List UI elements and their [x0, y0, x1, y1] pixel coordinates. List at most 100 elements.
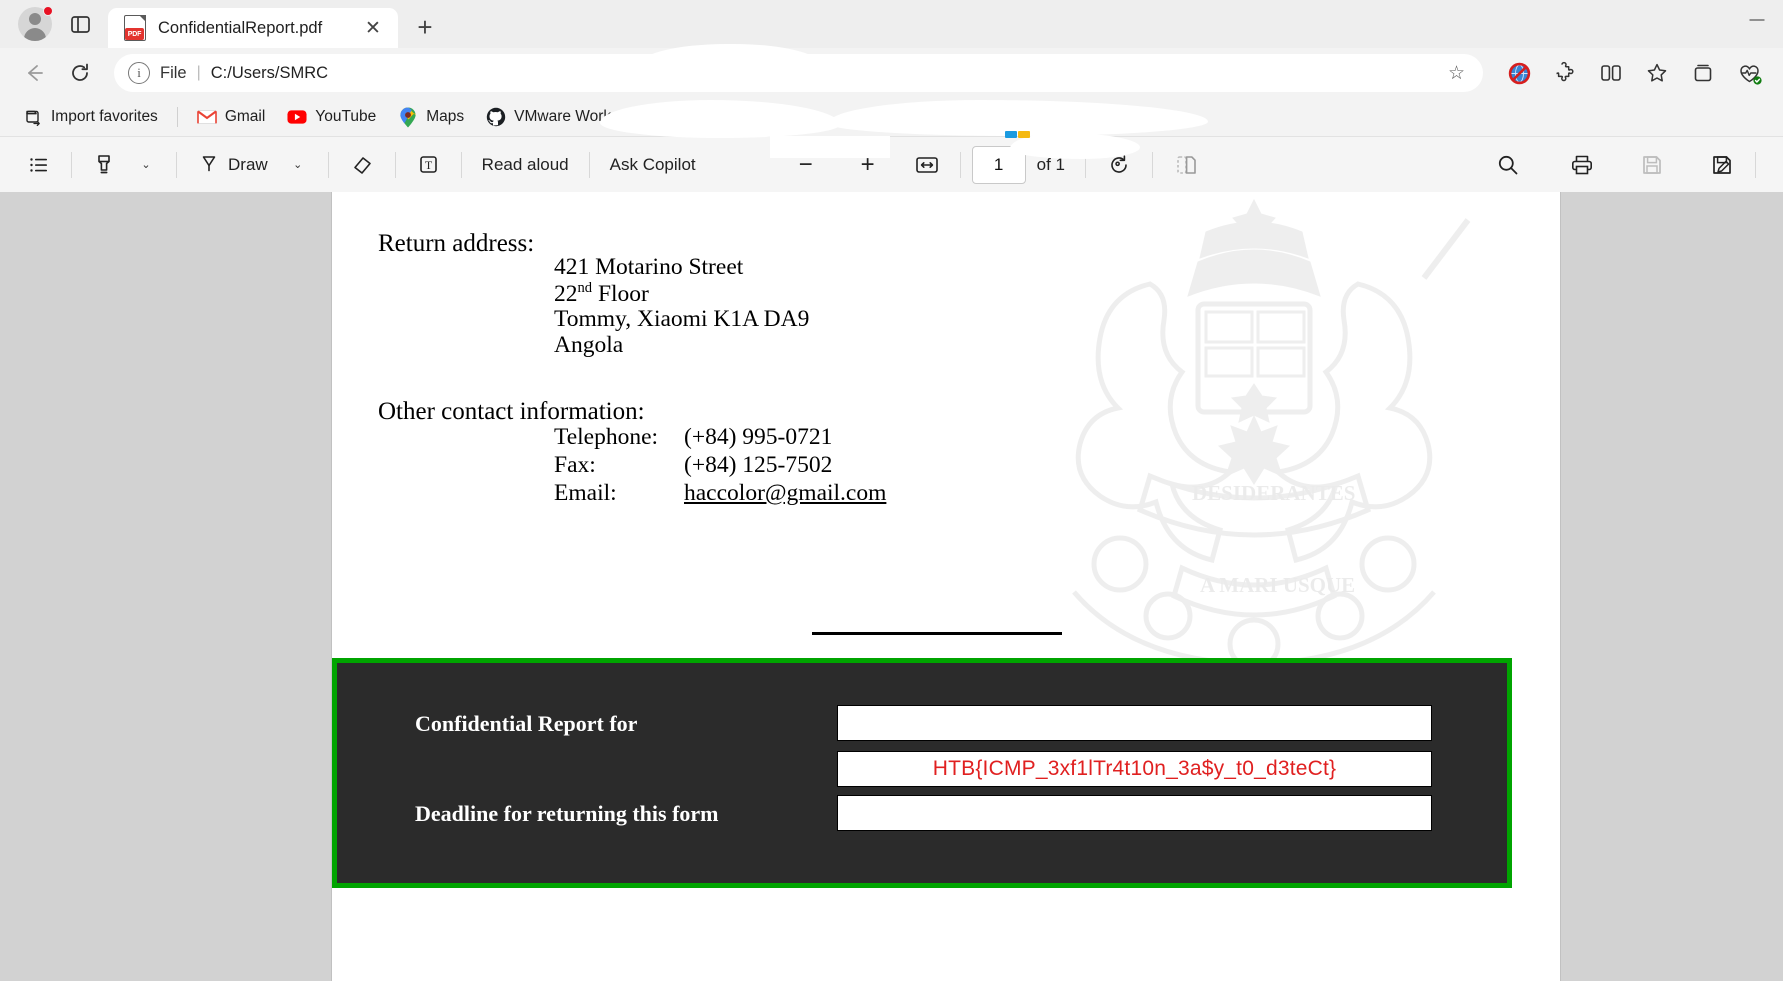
- flag-field[interactable]: HTB{ICMP_3xf1lTr4t10n_3a$y_t0_d3teCt}: [837, 751, 1432, 787]
- add-text-button[interactable]: T: [407, 146, 450, 184]
- chevron-down-icon: ⌄: [141, 159, 151, 171]
- browser-tab[interactable]: PDF ConfidentialReport.pdf ✕: [108, 8, 398, 48]
- bookmark-label: VMware Workstatio...: [514, 108, 662, 125]
- highlight-options-chevron[interactable]: ⌄: [127, 146, 165, 184]
- vertical-tabs-icon: [70, 15, 90, 33]
- plus-icon: +: [860, 150, 875, 178]
- collections-icon[interactable]: [1683, 55, 1723, 91]
- window-controls: —: [1731, 0, 1783, 48]
- new-tab-button[interactable]: +: [408, 10, 442, 44]
- toolbar-divider: [588, 151, 590, 178]
- page-view-icon: [1177, 155, 1196, 174]
- search-button[interactable]: [1486, 146, 1530, 184]
- toolbar-divider: [71, 151, 72, 178]
- browser-essentials-icon[interactable]: [1729, 55, 1769, 91]
- close-tab-icon[interactable]: ✕: [360, 15, 386, 41]
- return-address-street: 421 Motarino Street: [554, 254, 744, 280]
- url-separator: |: [196, 64, 201, 81]
- save-button[interactable]: [1630, 146, 1674, 184]
- deadline-label: Deadline for returning this form: [415, 801, 719, 826]
- telephone-value: (+84) 995-0721: [684, 424, 833, 450]
- pdf-file-icon: PDF: [124, 15, 146, 41]
- reload-button[interactable]: [60, 55, 100, 91]
- confidential-report-for-field[interactable]: [837, 705, 1432, 741]
- fit-to-width-icon: [915, 156, 938, 173]
- floor-ordinal: nd: [577, 280, 593, 296]
- zoom-in-button[interactable]: +: [849, 146, 887, 184]
- email-value[interactable]: haccolor@gmail.com: [684, 480, 886, 507]
- erase-button[interactable]: [340, 146, 384, 184]
- add-favorite-icon[interactable]: ☆: [1438, 62, 1475, 85]
- navigation-bar: i File | C:/Users/SMRC ☆: [0, 48, 1783, 98]
- bookmark-youtube[interactable]: YouTube: [278, 103, 385, 131]
- globe-blocked-icon: [1508, 62, 1530, 84]
- tab-actions-icon[interactable]: [66, 10, 94, 38]
- browser-window: PDF ConfidentialReport.pdf ✕ + — i File: [0, 0, 1783, 981]
- print-button[interactable]: [1560, 146, 1604, 184]
- highlight-button[interactable]: [83, 146, 125, 184]
- table-of-contents-button[interactable]: [18, 146, 60, 184]
- site-information-icon[interactable]: i: [128, 62, 150, 84]
- fax-value: (+84) 125-7502: [684, 452, 833, 478]
- telephone-label: Telephone:: [554, 424, 659, 450]
- url-text[interactable]: C:/Users/SMRC: [211, 64, 1428, 83]
- bookmark-label: Import favorites: [51, 108, 158, 125]
- minimize-button[interactable]: —: [1731, 0, 1783, 38]
- flag-value: HTB{ICMP_3xf1lTr4t10n_3a$y_t0_d3teCt}: [932, 757, 1337, 780]
- blocked-tracker-icon[interactable]: [1499, 55, 1539, 91]
- toolbar-divider: [460, 151, 462, 178]
- draw-options-chevron[interactable]: ⌄: [279, 146, 317, 184]
- confidential-report-for-label: Confidential Report for: [415, 711, 638, 736]
- read-aloud-button[interactable]: Read aloud: [473, 146, 578, 184]
- pdf-toolbar: ⌄ Draw ⌄ T Read aloud Ask Copilot − + 1 …: [0, 136, 1783, 192]
- bookmarks-divider: [176, 107, 178, 127]
- bookmark-label: YouTube: [315, 108, 377, 125]
- tab-strip: PDF ConfidentialReport.pdf ✕ + —: [0, 0, 1783, 48]
- gmail-icon: [197, 107, 217, 127]
- split-screen-icon[interactable]: [1591, 55, 1631, 91]
- toolbar-divider: [394, 151, 396, 178]
- toolbar-divider: [1755, 151, 1756, 178]
- toolbar-divider: [959, 151, 961, 178]
- return-address-city-line: Tommy, Xiaomi K1A DA9: [554, 306, 810, 332]
- page-view-button[interactable]: [1164, 146, 1208, 184]
- pdf-viewport[interactable]: DESIDERANTES A MARI USQUE Return address…: [0, 192, 1783, 981]
- page-number-input[interactable]: 1: [971, 145, 1026, 184]
- bookmark-gmail[interactable]: Gmail: [188, 103, 274, 131]
- url-scheme-label: File: [160, 63, 187, 82]
- bookmark-import-favorites[interactable]: Import favorites: [14, 103, 167, 131]
- eraser-icon: [353, 156, 371, 174]
- print-icon: [1571, 155, 1592, 174]
- star-outline-icon: [1647, 63, 1667, 82]
- rotate-button[interactable]: [1097, 146, 1141, 184]
- bookmarks-bar: Import favorites Gmail YouTube Maps VMwa…: [0, 98, 1783, 136]
- heart-pulse-icon: [1739, 64, 1762, 85]
- zoom-out-button[interactable]: −: [787, 146, 825, 184]
- tab-title: ConfidentialReport.pdf: [158, 18, 323, 37]
- bookmark-maps[interactable]: Maps: [389, 103, 473, 131]
- bookmark-label: Gmail: [224, 108, 266, 125]
- chevron-down-icon: ⌄: [293, 159, 303, 171]
- puzzle-piece-icon: [1556, 61, 1574, 82]
- toolbar-divider: [176, 151, 177, 178]
- import-favorites-icon: [23, 107, 43, 127]
- fax-label: Fax:: [554, 452, 596, 478]
- tab-strip-left-controls: [0, 0, 94, 48]
- toc-icon: [30, 157, 47, 172]
- back-arrow-icon: [28, 65, 43, 81]
- favorites-icon[interactable]: [1637, 55, 1677, 91]
- bookmark-vmware-workstation[interactable]: VMware Workstatio...: [477, 103, 670, 131]
- draw-button[interactable]: Draw: [188, 146, 277, 184]
- extensions-icon[interactable]: [1545, 55, 1585, 91]
- toolbar-divider: [1084, 151, 1086, 178]
- avatar[interactable]: [18, 6, 53, 41]
- address-bar[interactable]: i File | C:/Users/SMRC ☆: [114, 54, 1483, 92]
- deadline-field[interactable]: [837, 795, 1432, 831]
- save-as-button[interactable]: [1700, 146, 1744, 184]
- rotate-icon: [1111, 154, 1127, 173]
- ask-copilot-button[interactable]: Ask Copilot: [601, 146, 705, 184]
- split-screen-glyph-icon: [1601, 65, 1621, 81]
- other-contact-label: Other contact information:: [378, 398, 645, 425]
- back-button[interactable]: [14, 55, 54, 91]
- fit-to-width-button[interactable]: [905, 146, 949, 184]
